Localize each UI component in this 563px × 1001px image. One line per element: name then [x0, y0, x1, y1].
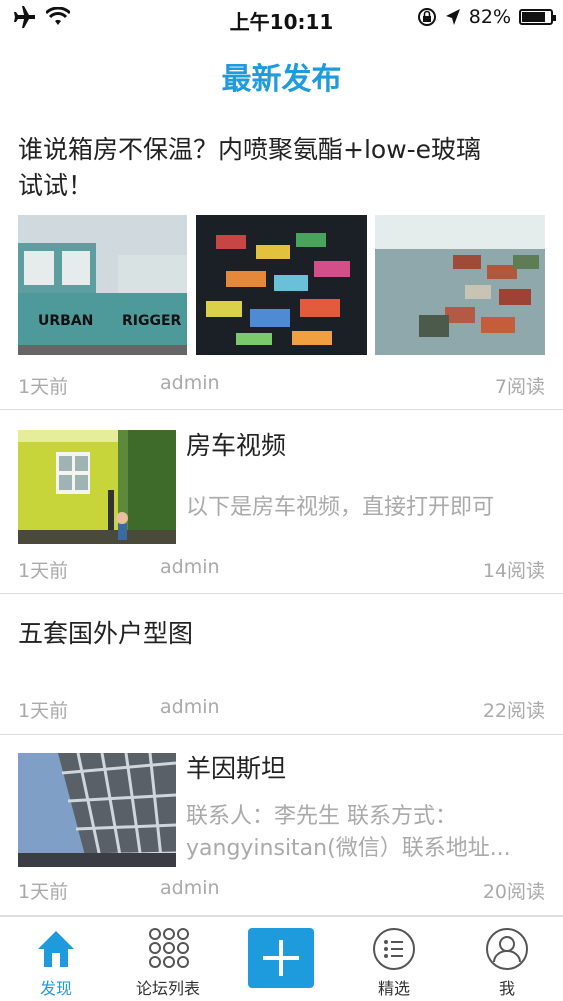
post-date: 1天前: [18, 560, 69, 582]
post-title: 房车视频: [186, 431, 287, 460]
post-read-count: 20阅读: [482, 881, 545, 903]
rotation-lock-icon: [417, 8, 436, 26]
new-post-button[interactable]: [248, 928, 314, 988]
page-title: 最新发布: [221, 62, 342, 97]
post-image: [375, 215, 545, 355]
post-description-line: yangyinsitan(微信）联系地址...: [186, 836, 511, 861]
post-description-line: 联系人：李先生 联系方式：: [186, 804, 457, 829]
post-title: 羊因斯坦: [186, 754, 287, 783]
post-title: 谁说箱房不保温？内喷聚氨酯+low-e玻璃 试试！: [18, 132, 481, 204]
post-read-count: 22阅读: [482, 700, 545, 722]
post-author: admin: [160, 877, 220, 899]
post-item[interactable]: 谁说箱房不保温？内喷聚氨酯+low-e玻璃 试试！ URBAN RIGGER 1…: [0, 118, 563, 410]
post-title: 五套国外户型图: [18, 619, 194, 648]
post-item[interactable]: 五套国外户型图 1天前 admin 22阅读: [0, 594, 563, 735]
tab-discover[interactable]: 发现: [0, 917, 112, 1001]
post-date: 1天前: [18, 881, 69, 903]
tab-forum-list[interactable]: 论坛列表: [112, 917, 224, 1001]
post-image: URBAN RIGGER: [18, 215, 187, 355]
location-arrow-icon: [445, 9, 460, 25]
list-icon: [373, 928, 415, 970]
grid-dots-icon: [149, 928, 189, 968]
post-item[interactable]: 羊因斯坦 联系人：李先生 联系方式： yangyinsitan(微信）联系地址.…: [0, 735, 563, 916]
tab-label: 精选: [377, 979, 410, 998]
post-date: 1天前: [18, 700, 69, 722]
status-bar: 上午10:11 82%: [0, 0, 563, 36]
post-image: [196, 215, 367, 355]
status-right: 82%: [417, 6, 556, 28]
post-title-line: 试试！: [18, 171, 94, 200]
post-item[interactable]: 房车视频 以下是房车视频，直接打开即可 1天前 admin 14阅读: [0, 410, 563, 594]
tab-label: 我: [498, 979, 515, 998]
battery-icon: [519, 9, 556, 25]
post-author: admin: [160, 372, 220, 394]
post-read-count: 14阅读: [482, 560, 545, 582]
post-title-line: 谁说箱房不保温？内喷聚氨酯+low-e玻璃: [18, 135, 482, 164]
tab-featured[interactable]: 精选: [338, 917, 450, 1001]
post-description: 以下是房车视频，直接打开即可: [186, 495, 495, 520]
image-text: URBAN: [38, 313, 93, 329]
user-icon: [486, 928, 528, 970]
post-author: admin: [160, 696, 220, 718]
post-author: admin: [160, 556, 220, 578]
post-date: 1天前: [18, 376, 69, 398]
post-image: [18, 430, 176, 544]
home-icon: [38, 931, 74, 967]
battery-percent: 82%: [468, 6, 511, 28]
battery-fill: [522, 12, 545, 22]
post-description: 联系人：李先生 联系方式： yangyinsitan(微信）联系地址...: [186, 801, 545, 865]
image-text: RIGGER: [122, 313, 182, 329]
tab-me[interactable]: 我: [451, 917, 563, 1001]
tab-label: 发现: [39, 979, 72, 998]
post-image: [18, 753, 176, 867]
tab-label: 论坛列表: [135, 979, 200, 998]
post-read-count: 7阅读: [494, 376, 545, 398]
